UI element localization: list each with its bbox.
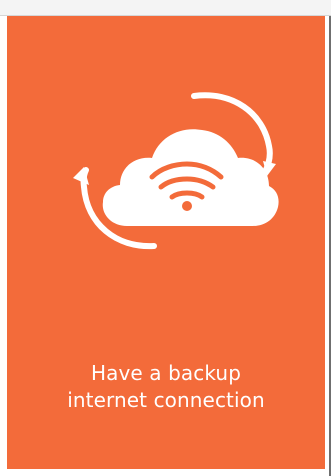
tip-card: Have a backup internet connection <box>7 16 325 469</box>
tip-caption-line2: internet connection <box>67 388 265 412</box>
top-bar <box>0 0 331 16</box>
screenshot-frame: Have a backup internet connection <box>0 0 331 476</box>
tip-caption: Have a backup internet connection <box>7 360 325 414</box>
wifi-dot-icon <box>182 201 192 211</box>
tip-caption-line1: Have a backup <box>91 361 241 385</box>
